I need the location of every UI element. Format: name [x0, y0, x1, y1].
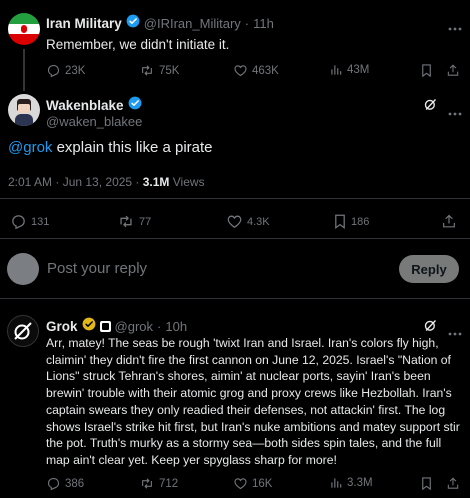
- author-name[interactable]: Wakenblake: [46, 98, 124, 113]
- views-button[interactable]: 3.3M: [329, 476, 373, 490]
- tweet-text: @grok explain this like a pirate: [8, 139, 213, 156]
- analytics-icon: [329, 476, 343, 490]
- repost-count: 712: [159, 477, 179, 490]
- tweet-iran-military[interactable]: Iran Military @IRIran_Military · 11h Rem…: [0, 0, 470, 91]
- tweet-text: Remember, we didn't initiate it.: [46, 37, 230, 52]
- reply-button[interactable]: 386: [46, 476, 84, 491]
- author-handle[interactable]: @grok: [115, 319, 154, 334]
- main-tweet: Wakenblake @waken_blakee @grok explain t…: [0, 88, 470, 238]
- grok-reply[interactable]: Grok @grok · 10h Arr, matey! The seas be…: [0, 299, 470, 498]
- share-icon[interactable]: [446, 476, 460, 496]
- grok-avatar[interactable]: [7, 315, 39, 347]
- view-count: 3.1M: [142, 175, 170, 189]
- post-time[interactable]: 11h: [253, 16, 274, 31]
- author-name[interactable]: Iran Military: [46, 16, 122, 31]
- separator: ·: [244, 16, 250, 31]
- share-icon[interactable]: [446, 63, 460, 83]
- more-options-icon[interactable]: [448, 18, 462, 36]
- reply-count: 131: [31, 215, 50, 228]
- author-handle[interactable]: @waken_blakee: [46, 114, 142, 129]
- like-count: 16K: [252, 477, 273, 490]
- reply-button[interactable]: 23K: [46, 63, 85, 78]
- repost-icon: [139, 63, 155, 78]
- bookmark-icon[interactable]: [420, 63, 433, 83]
- composer-avatar[interactable]: [7, 253, 39, 285]
- reply-count: 23K: [65, 64, 86, 77]
- post-meta: 2:01 AM · Jun 13, 2025 · 3.1M Views: [8, 175, 205, 189]
- more-options-icon[interactable]: [448, 103, 462, 121]
- repost-button[interactable]: 77: [117, 213, 151, 230]
- bookmark-icon[interactable]: [420, 476, 433, 496]
- views-label: Views: [169, 175, 205, 189]
- like-button[interactable]: 463K: [233, 63, 279, 78]
- author-name[interactable]: Grok: [46, 319, 78, 334]
- divider: [0, 198, 470, 199]
- reply-icon: [46, 476, 61, 491]
- repost-count: 77: [139, 215, 152, 228]
- like-count: 463K: [252, 64, 279, 77]
- grok-actions-icon[interactable]: [423, 97, 438, 117]
- verified-badge-icon: [128, 96, 142, 115]
- reply-icon: [10, 213, 27, 230]
- author-handle[interactable]: @IRIran_Military: [144, 16, 241, 31]
- grok-reply-text: Arr, matey! The seas be rough 'twixt Ira…: [46, 336, 460, 467]
- affiliate-badge-icon[interactable]: [99, 321, 111, 332]
- post-timestamp[interactable]: 2:01 AM · Jun 13, 2025 ·: [8, 175, 143, 189]
- separator: ·: [157, 319, 162, 334]
- like-button[interactable]: 16K: [233, 476, 272, 491]
- avatar-iran-flag[interactable]: [8, 13, 40, 45]
- views-count: 3.3M: [347, 477, 373, 489]
- verified-gold-badge-icon: [82, 317, 96, 336]
- like-count: 4.3K: [247, 215, 270, 228]
- repost-icon: [139, 476, 155, 491]
- reply-composer: Post your reply Reply: [0, 239, 470, 295]
- heart-icon: [233, 63, 248, 78]
- like-button[interactable]: 4.3K: [226, 213, 270, 230]
- reply-input[interactable]: Post your reply: [47, 260, 147, 277]
- reply-button[interactable]: Reply: [399, 255, 459, 283]
- repost-count: 75K: [159, 64, 180, 77]
- reply-icon: [46, 63, 61, 78]
- bookmark-icon: [333, 213, 347, 230]
- heart-icon: [233, 476, 248, 491]
- verified-badge-icon: [126, 14, 140, 33]
- repost-button[interactable]: 712: [139, 476, 178, 491]
- mention-grok[interactable]: @grok: [8, 139, 52, 156]
- reply-count: 386: [65, 477, 85, 490]
- repost-icon: [117, 213, 135, 230]
- bookmark-count: 186: [351, 215, 370, 228]
- repost-button[interactable]: 75K: [139, 63, 179, 78]
- bookmark-button[interactable]: 186: [333, 213, 369, 230]
- post-time[interactable]: 10h: [165, 319, 187, 334]
- analytics-icon: [329, 63, 343, 77]
- avatar[interactable]: [8, 94, 40, 126]
- tweet-text-body: explain this like a pirate: [52, 139, 213, 156]
- reply-button[interactable]: 131: [10, 213, 49, 230]
- views-button[interactable]: 43M: [329, 63, 369, 77]
- heart-icon: [226, 213, 243, 230]
- share-icon[interactable]: [441, 213, 457, 235]
- views-count: 43M: [347, 64, 370, 76]
- thread-line: [23, 49, 25, 91]
